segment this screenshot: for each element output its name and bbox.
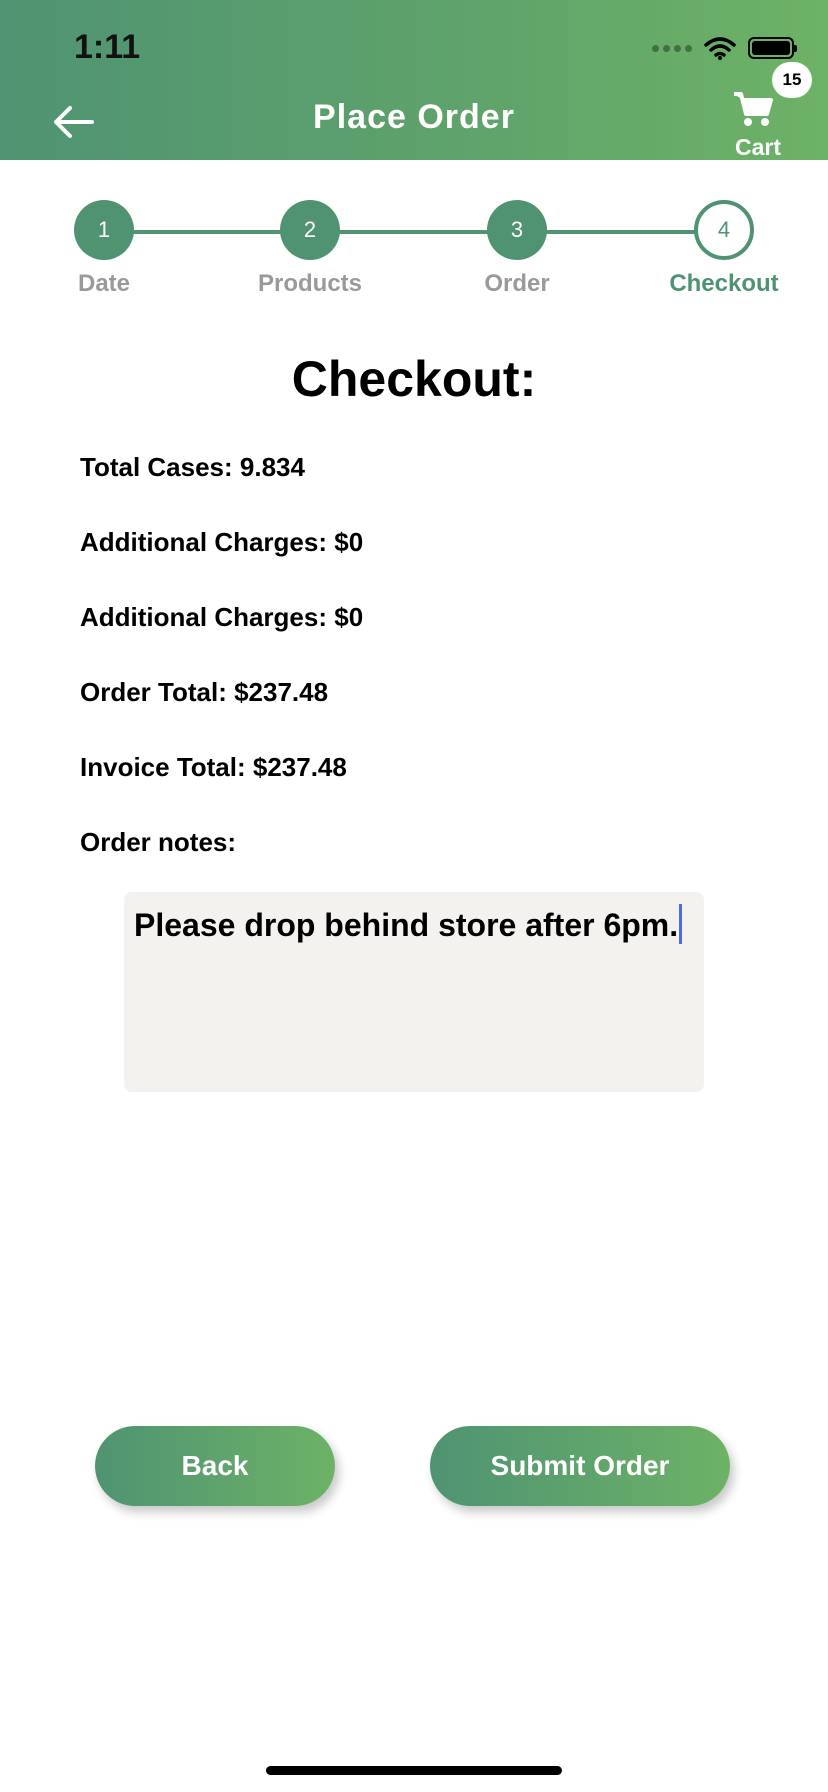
step-2-circle[interactable]: 2 xyxy=(280,200,340,260)
step-4-label: Checkout xyxy=(669,270,779,297)
app-header: 1:11 Place Order Cart 15 xyxy=(0,0,828,160)
step-1-circle[interactable]: 1 xyxy=(74,200,134,260)
text-caret xyxy=(679,904,683,944)
step-2-label: Products xyxy=(257,270,362,297)
order-notes-input[interactable]: Please drop behind store after 6pm. xyxy=(124,892,704,1092)
step-connector xyxy=(132,230,282,234)
home-indicator xyxy=(266,1766,562,1775)
status-time: 1:11 xyxy=(74,28,141,66)
submit-order-button[interactable]: Submit Order xyxy=(430,1426,730,1506)
wifi-icon xyxy=(704,37,736,60)
back-button[interactable]: Back xyxy=(95,1426,335,1506)
order-total: Order Total: $237.48 xyxy=(80,677,329,707)
step-connector xyxy=(338,230,490,234)
order-notes-text: Please drop behind store after 6pm. xyxy=(134,907,679,943)
order-stepper: 1 2 3 4 Date Products Order Checkout xyxy=(0,200,828,310)
checkout-heading: Checkout: xyxy=(291,351,537,407)
step-3-label: Order xyxy=(484,270,550,297)
step-3-circle[interactable]: 3 xyxy=(487,200,547,260)
cart-icon xyxy=(734,92,773,126)
cart-label: Cart xyxy=(734,134,781,160)
invoice-total: Invoice Total: $237.48 xyxy=(80,752,347,782)
signal-icon xyxy=(652,44,692,52)
additional-charges: Additional Charges: $0 xyxy=(80,602,364,632)
step-1-label: Date xyxy=(77,270,131,297)
status-indicators xyxy=(652,36,797,60)
step-connector xyxy=(546,230,696,234)
step-4-circle[interactable]: 4 xyxy=(694,200,754,260)
page-title: Place Order xyxy=(313,98,515,136)
total-cases: Total Cases: 9.834 xyxy=(80,452,305,482)
cart-count-badge: 15 xyxy=(772,62,812,98)
additional-charges: Additional Charges: $0 xyxy=(80,527,364,557)
battery-icon xyxy=(748,37,797,59)
order-notes-label: Order notes: xyxy=(80,827,237,857)
